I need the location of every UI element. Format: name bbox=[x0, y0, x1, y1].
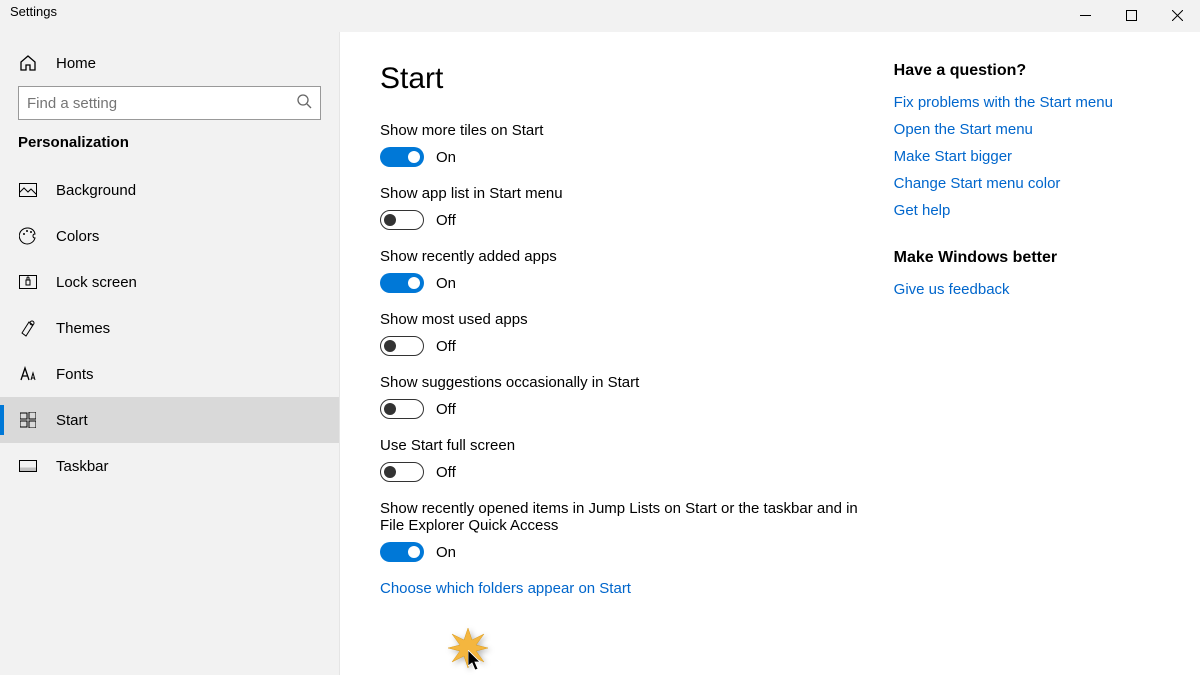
sidebar-item-taskbar[interactable]: Taskbar bbox=[0, 443, 339, 489]
window-title: Settings bbox=[0, 0, 67, 23]
help-link[interactable]: Open the Start menu bbox=[894, 121, 1160, 138]
fonts-icon bbox=[18, 364, 38, 384]
search-input[interactable] bbox=[27, 95, 296, 112]
category-header: Personalization bbox=[0, 134, 339, 167]
sidebar-item-colors[interactable]: Colors bbox=[0, 213, 339, 259]
themes-icon bbox=[18, 318, 38, 338]
home-icon bbox=[18, 53, 38, 73]
sidebar-item-label: Fonts bbox=[56, 366, 94, 383]
setting-label: Use Start full screen bbox=[380, 437, 894, 454]
help-link[interactable]: Make Start bigger bbox=[894, 148, 1160, 165]
setting-app-list: Show app list in Start menu Off bbox=[380, 185, 894, 230]
setting-suggestions: Show suggestions occasionally in Start O… bbox=[380, 374, 894, 419]
sidebar-item-label: Lock screen bbox=[56, 274, 137, 291]
sidebar-item-label: Background bbox=[56, 182, 136, 199]
mouse-cursor-icon bbox=[468, 650, 484, 672]
picture-icon bbox=[18, 180, 38, 200]
help-link[interactable]: Change Start menu color bbox=[894, 175, 1160, 192]
page-title: Start bbox=[380, 62, 894, 96]
toggle-state: Off bbox=[436, 401, 456, 418]
maximize-button[interactable] bbox=[1108, 0, 1154, 30]
setting-full-screen: Use Start full screen Off bbox=[380, 437, 894, 482]
help-link[interactable]: Get help bbox=[894, 202, 1160, 219]
palette-icon bbox=[18, 226, 38, 246]
toggle-full-screen[interactable] bbox=[380, 462, 424, 482]
taskbar-icon bbox=[18, 456, 38, 476]
search-icon bbox=[296, 93, 312, 113]
lock-screen-icon bbox=[18, 272, 38, 292]
sidebar-item-start[interactable]: Start bbox=[0, 397, 339, 443]
toggle-most-used[interactable] bbox=[380, 336, 424, 356]
toggle-recently-added[interactable] bbox=[380, 273, 424, 293]
search-box[interactable] bbox=[18, 86, 321, 120]
toggle-suggestions[interactable] bbox=[380, 399, 424, 419]
titlebar: Settings bbox=[0, 0, 1200, 32]
main-content: Start Show more tiles on Start On Show a… bbox=[380, 62, 894, 675]
sidebar-item-label: Colors bbox=[56, 228, 99, 245]
toggle-more-tiles[interactable] bbox=[380, 147, 424, 167]
toggle-state: Off bbox=[436, 338, 456, 355]
setting-label: Show recently added apps bbox=[380, 248, 894, 265]
choose-folders-link[interactable]: Choose which folders appear on Start bbox=[380, 580, 894, 597]
help-column: Have a question? Fix problems with the S… bbox=[894, 62, 1160, 675]
setting-most-used: Show most used apps Off bbox=[380, 311, 894, 356]
setting-label: Show suggestions occasionally in Start bbox=[380, 374, 894, 391]
toggle-state: Off bbox=[436, 212, 456, 229]
feedback-heading: Make Windows better bbox=[894, 249, 1160, 267]
setting-more-tiles: Show more tiles on Start On bbox=[380, 122, 894, 167]
close-button[interactable] bbox=[1154, 0, 1200, 30]
minimize-button[interactable] bbox=[1062, 0, 1108, 30]
setting-label: Show recently opened items in Jump Lists… bbox=[380, 500, 880, 534]
highlight-burst-icon bbox=[448, 628, 488, 668]
sidebar-item-themes[interactable]: Themes bbox=[0, 305, 339, 351]
feedback-link[interactable]: Give us feedback bbox=[894, 281, 1160, 298]
setting-jump-lists: Show recently opened items in Jump Lists… bbox=[380, 500, 894, 562]
toggle-app-list[interactable] bbox=[380, 210, 424, 230]
toggle-state: On bbox=[436, 544, 456, 561]
sidebar: Home Personalization Background bbox=[0, 32, 340, 675]
sidebar-item-fonts[interactable]: Fonts bbox=[0, 351, 339, 397]
sidebar-item-label: Start bbox=[56, 412, 88, 429]
sidebar-item-label: Themes bbox=[56, 320, 110, 337]
setting-label: Show most used apps bbox=[380, 311, 894, 328]
home-nav[interactable]: Home bbox=[0, 40, 339, 86]
setting-label: Show app list in Start menu bbox=[380, 185, 894, 202]
help-heading: Have a question? bbox=[894, 62, 1160, 80]
sidebar-item-lock-screen[interactable]: Lock screen bbox=[0, 259, 339, 305]
sidebar-item-background[interactable]: Background bbox=[0, 167, 339, 213]
help-link[interactable]: Fix problems with the Start menu bbox=[894, 94, 1160, 111]
toggle-state: On bbox=[436, 275, 456, 292]
toggle-jump-lists[interactable] bbox=[380, 542, 424, 562]
setting-recently-added: Show recently added apps On bbox=[380, 248, 894, 293]
toggle-state: Off bbox=[436, 464, 456, 481]
toggle-state: On bbox=[436, 149, 456, 166]
start-icon bbox=[18, 410, 38, 430]
home-label: Home bbox=[56, 55, 96, 72]
setting-label: Show more tiles on Start bbox=[380, 122, 894, 139]
sidebar-item-label: Taskbar bbox=[56, 458, 109, 475]
